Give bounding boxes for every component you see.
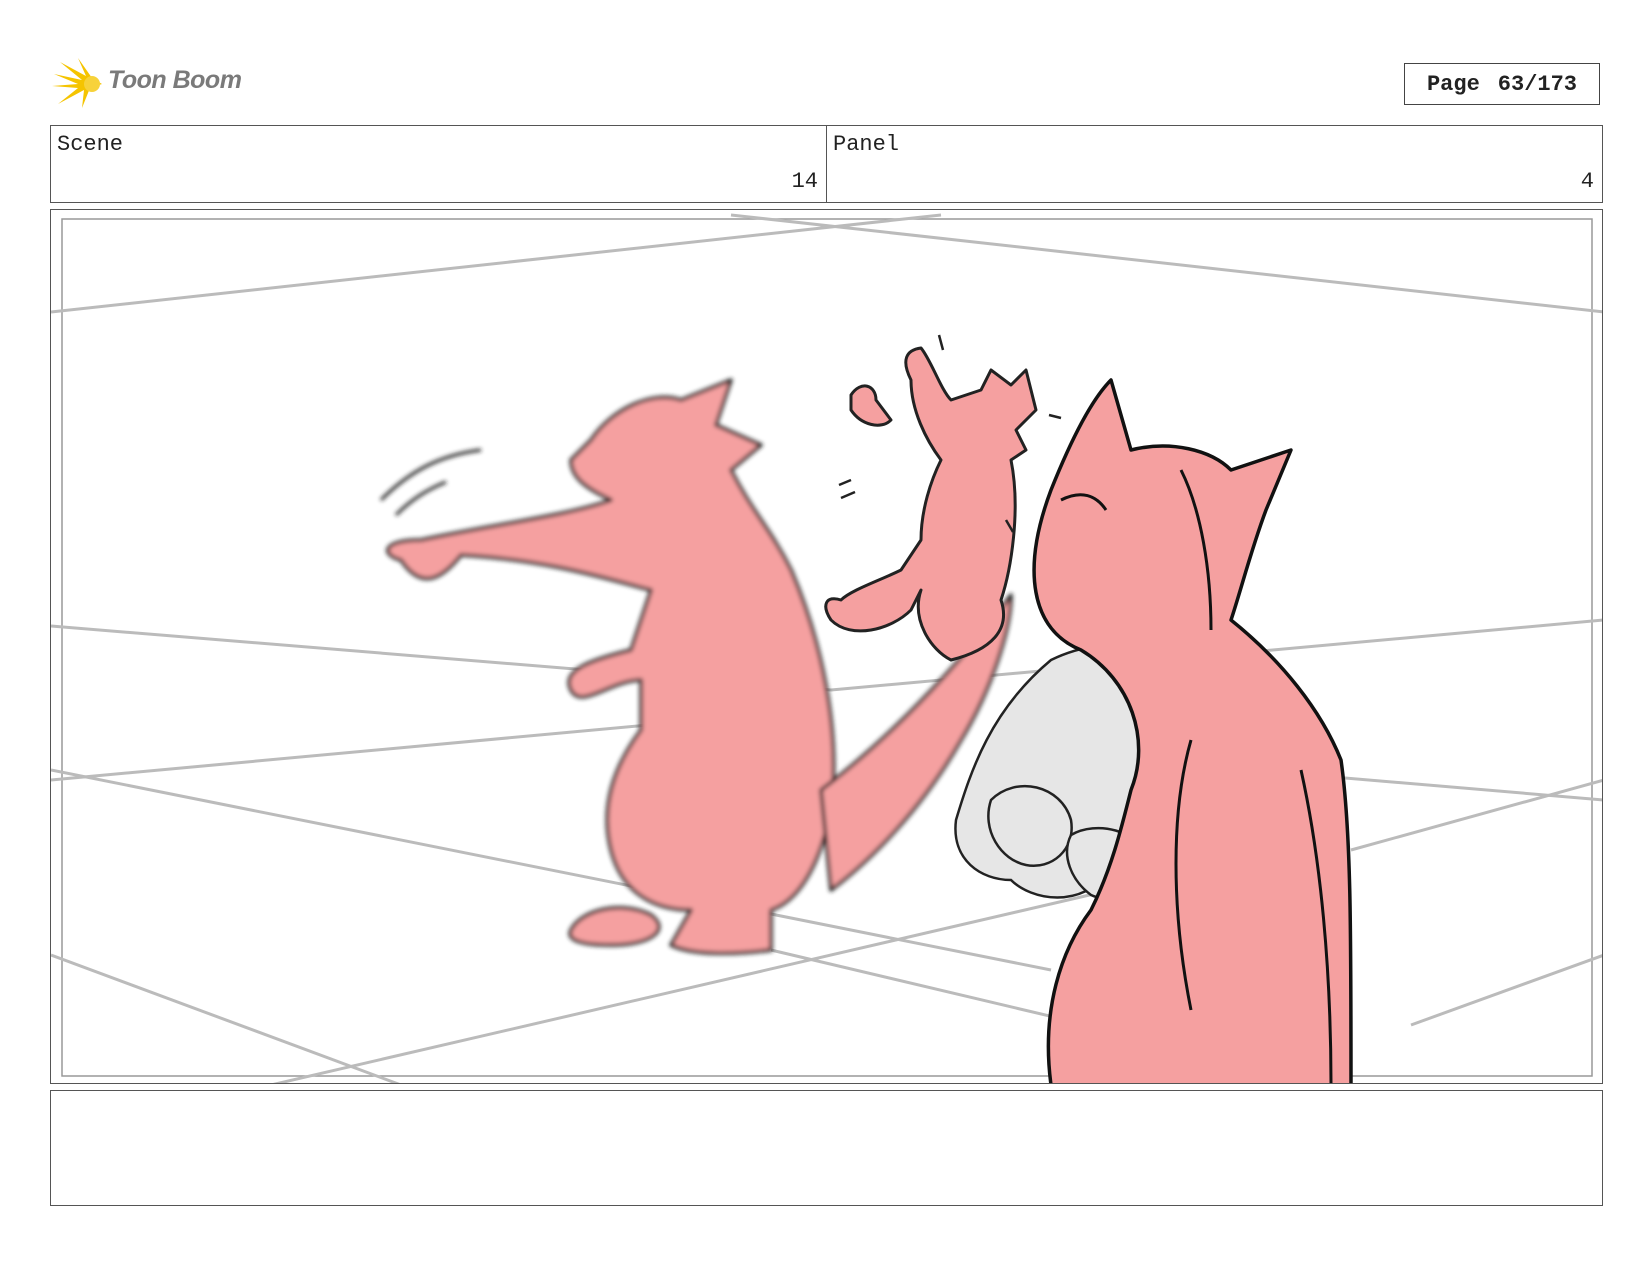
safe-area-frame: [61, 218, 1593, 1077]
panel-notes: [50, 1090, 1603, 1206]
page-number: 63/173: [1497, 71, 1578, 97]
page-indicator: Page 63/173: [1404, 63, 1600, 105]
scene-number: 14: [791, 169, 818, 194]
starburst-icon: [52, 58, 102, 108]
scene-cell: Scene 14: [51, 126, 826, 202]
left-character-strokes: [379, 448, 482, 517]
logo-text: Toon Boom: [108, 66, 242, 94]
left-character: [386, 378, 1013, 955]
toon-boom-logo: Toon Boom: [52, 56, 262, 112]
panel-number: 4: [1580, 169, 1594, 194]
storyboard-panel: [50, 209, 1603, 1084]
scene-label: Scene: [57, 132, 124, 157]
panel-cell: Panel 4: [826, 126, 1602, 202]
perspective-guides: [51, 213, 1602, 1083]
middle-character: [824, 346, 1038, 662]
panel-drawing: [51, 213, 1602, 1083]
panel-label: Panel: [833, 132, 900, 157]
scene-panel-info: Scene 14 Panel 4: [50, 125, 1603, 203]
page-label: Page: [1426, 71, 1480, 97]
